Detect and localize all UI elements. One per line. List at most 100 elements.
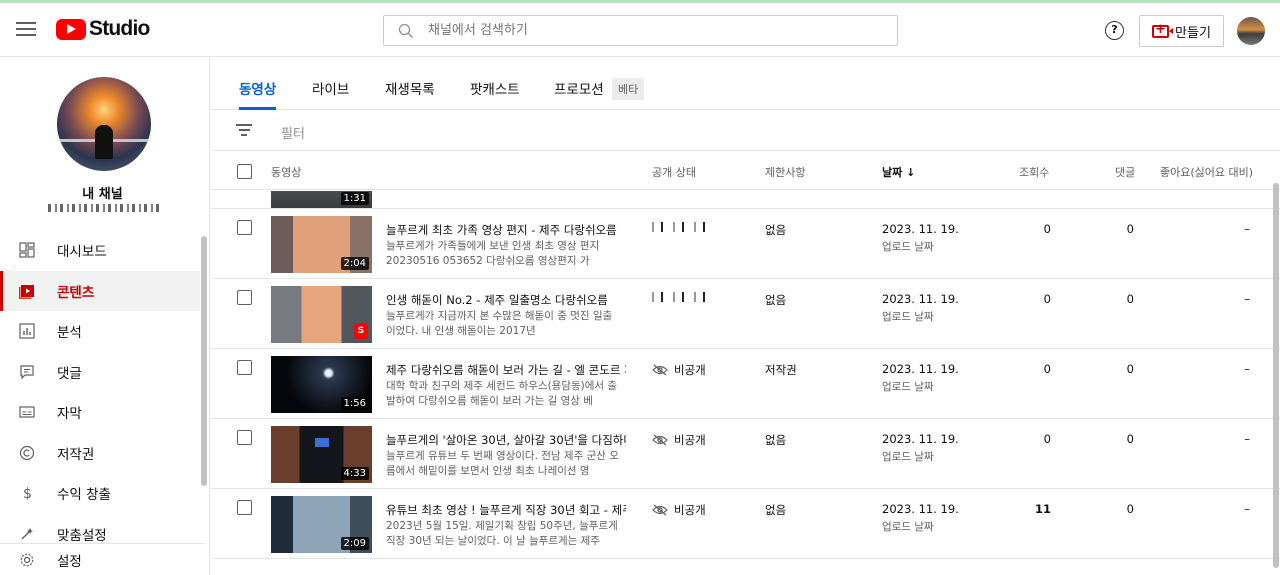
search-icon xyxy=(398,23,413,38)
tab-videos[interactable]: 동영상 xyxy=(239,78,277,110)
subtitles-icon xyxy=(18,403,36,421)
create-button[interactable]: 만들기 xyxy=(1139,15,1224,47)
video-thumbnail[interactable]: 2:09 xyxy=(271,496,372,553)
visibility-label: 비공개 xyxy=(674,363,706,377)
sidebar-item-label: 댓글 xyxy=(57,365,82,382)
video-title[interactable]: 늘푸르게 최초 가족 영상 편지 - 제주 다랑쉬오름 xyxy=(386,222,626,238)
channel-handle-redacted xyxy=(48,204,163,212)
col-restrictions: 제한사항 xyxy=(765,166,806,179)
duration-badge: 2:04 xyxy=(340,257,369,270)
filter-icon[interactable] xyxy=(236,124,252,138)
video-thumbnail[interactable]: 1:56 xyxy=(271,356,372,413)
visibility-status[interactable] xyxy=(652,222,708,232)
row-checkbox[interactable] xyxy=(237,360,252,375)
content-scrollbar[interactable] xyxy=(1273,183,1279,568)
monetization-icon: $ xyxy=(18,484,36,502)
sidebar-item-settings[interactable]: 설정 xyxy=(0,543,205,575)
sidebar-nav: 대시보드 콘텐츠 분석 댓글 자막 저작권 $ 수익 창출 맞춤설정 xyxy=(0,230,200,554)
sidebar-item-label: 수익 창출 xyxy=(57,487,111,504)
select-all-checkbox[interactable] xyxy=(237,164,252,179)
restrictions-value: 없음 xyxy=(765,293,787,307)
comments-icon xyxy=(18,363,36,381)
filter-input[interactable]: 필터 xyxy=(281,123,305,142)
table-row[interactable]: 2:04 늘푸르게 최초 가족 영상 편지 - 제주 다랑쉬오름 늘푸르게가 가… xyxy=(211,209,1280,279)
sidebar-scrollbar[interactable] xyxy=(201,236,207,486)
table-row[interactable]: 1:56 제주 다랑쉬오름 해돋이 보러 가는 길 - 엘 콘도르 파사 대학 … xyxy=(211,349,1280,419)
channel-avatar[interactable] xyxy=(57,77,151,171)
sidebar-item-monetization[interactable]: $ 수익 창출 xyxy=(0,473,200,514)
video-title[interactable]: 제주 다랑쉬오름 해돋이 보러 가는 길 - 엘 콘도르 파사 xyxy=(386,362,626,378)
video-title[interactable]: 늘푸르게의 '살아온 30년, 살아갈 30년'을 다짐하며 xyxy=(386,432,626,448)
views-value: 11 xyxy=(1034,502,1051,516)
tab-live[interactable]: 라이브 xyxy=(312,78,349,110)
content-tabs: 동영상 라이브 재생목록 팟캐스트 프로모션 베타 xyxy=(211,58,1280,110)
duration-badge: 1:31 xyxy=(340,192,369,205)
likes-value: – xyxy=(1244,222,1250,236)
sidebar-item-label: 저작권 xyxy=(57,446,95,463)
tab-promotions[interactable]: 프로모션 xyxy=(554,78,604,110)
video-thumbnail[interactable]: 4:33 xyxy=(271,426,372,483)
visibility-status[interactable] xyxy=(652,292,708,302)
create-label: 만들기 xyxy=(1175,25,1211,41)
col-comments[interactable]: 댓글 xyxy=(1115,164,1135,180)
sidebar-item-label: 분석 xyxy=(57,325,82,342)
sidebar-item-analytics[interactable]: 분석 xyxy=(0,311,200,352)
help-icon[interactable]: ? xyxy=(1105,21,1124,40)
sidebar-item-content[interactable]: 콘텐츠 xyxy=(0,270,200,311)
restrictions-value[interactable]: 저작권 xyxy=(765,362,797,378)
row-checkbox[interactable] xyxy=(237,500,252,515)
video-description: 2023년 5월 15일. 제일기획 창립 50주년, 늘푸르게 직장 30년 … xyxy=(386,520,618,547)
likes-value: – xyxy=(1244,292,1250,306)
date-value: 2023. 11. 19. xyxy=(882,502,959,516)
search-input[interactable] xyxy=(428,23,848,38)
menu-icon[interactable] xyxy=(16,19,36,39)
sidebar-item-subtitles[interactable]: 자막 xyxy=(0,392,200,433)
sidebar-item-comments[interactable]: 댓글 xyxy=(0,352,200,393)
likes-value: – xyxy=(1244,432,1250,446)
eye-off-icon xyxy=(652,434,668,446)
date-label: 업로드 날짜 xyxy=(882,311,934,323)
likes-value: – xyxy=(1244,502,1250,516)
video-description: 늘푸르게가 지금까지 본 수많은 해돋이 중 멋진 일출이었다. 내 인생 해돋… xyxy=(386,310,613,337)
sidebar-item-label: 콘텐츠 xyxy=(57,284,95,301)
date-label: 업로드 날짜 xyxy=(882,521,934,533)
copyright-icon xyxy=(18,444,36,462)
row-checkbox[interactable] xyxy=(237,290,252,305)
redacted-visibility xyxy=(652,292,708,302)
col-likes[interactable]: 좋아요(싫어요 대비) xyxy=(1160,164,1253,180)
col-views[interactable]: 조회수 xyxy=(1019,164,1049,180)
video-thumbnail[interactable]: S xyxy=(271,286,372,343)
video-title[interactable]: 유튜브 최초 영상 ! 늘푸르게 직장 30년 회고 - 제주 xyxy=(386,502,626,518)
date-value: 2023. 11. 19. xyxy=(882,222,959,236)
sidebar-item-dashboard[interactable]: 대시보드 xyxy=(0,230,200,271)
video-title[interactable]: 인생 해돋이 No.2 - 제주 일출명소 다랑쉬오름 xyxy=(386,292,626,308)
table-row[interactable]: 4:33 늘푸르게의 '살아온 30년, 살아갈 30년'을 다짐하며 늘푸르게… xyxy=(211,419,1280,489)
col-date-sort[interactable]: 날짜 ↓ xyxy=(882,164,915,180)
search-box[interactable] xyxy=(383,15,898,46)
sidebar: 내 채널 대시보드 콘텐츠 분석 댓글 자막 저작권 $ 수익 창출 맞춤설정 … xyxy=(0,58,210,575)
customization-icon xyxy=(18,525,36,543)
video-thumbnail[interactable]: 1:31 xyxy=(271,191,372,208)
account-avatar[interactable] xyxy=(1237,17,1265,45)
views-value: 0 xyxy=(1043,292,1051,306)
table-row[interactable]: 2:09 유튜브 최초 영상 ! 늘푸르게 직장 30년 회고 - 제주 202… xyxy=(211,489,1280,559)
row-checkbox[interactable] xyxy=(237,220,252,235)
content-main: 동영상 라이브 재생목록 팟캐스트 프로모션 베타 필터 동영상 공개 상태 제… xyxy=(211,58,1280,575)
visibility-status[interactable]: 비공개 xyxy=(652,362,706,378)
visibility-status[interactable]: 비공개 xyxy=(652,432,706,448)
sidebar-item-label: 자막 xyxy=(57,406,82,423)
date-value: 2023. 11. 19. xyxy=(882,432,959,446)
visibility-label: 비공개 xyxy=(674,433,706,447)
tab-podcasts[interactable]: 팟캐스트 xyxy=(470,78,520,110)
table-row[interactable]: S 인생 해돋이 No.2 - 제주 일출명소 다랑쉬오름 늘푸르게가 지금까지… xyxy=(211,279,1280,349)
sidebar-item-copyright[interactable]: 저작권 xyxy=(0,433,200,474)
dashboard-icon xyxy=(18,241,36,259)
row-checkbox[interactable] xyxy=(237,430,252,445)
studio-logo[interactable]: Studio xyxy=(56,17,150,41)
restrictions-value: 없음 xyxy=(765,433,787,447)
comments-value: 0 xyxy=(1126,292,1134,306)
video-thumbnail[interactable]: 2:04 xyxy=(271,216,372,273)
visibility-status[interactable]: 비공개 xyxy=(652,502,706,518)
tab-playlists[interactable]: 재생목록 xyxy=(385,78,435,110)
video-description: 대학 학과 친구의 제주 세컨드 하우스(용담동)에서 출발하여 다랑쉬오름 해… xyxy=(386,380,618,407)
